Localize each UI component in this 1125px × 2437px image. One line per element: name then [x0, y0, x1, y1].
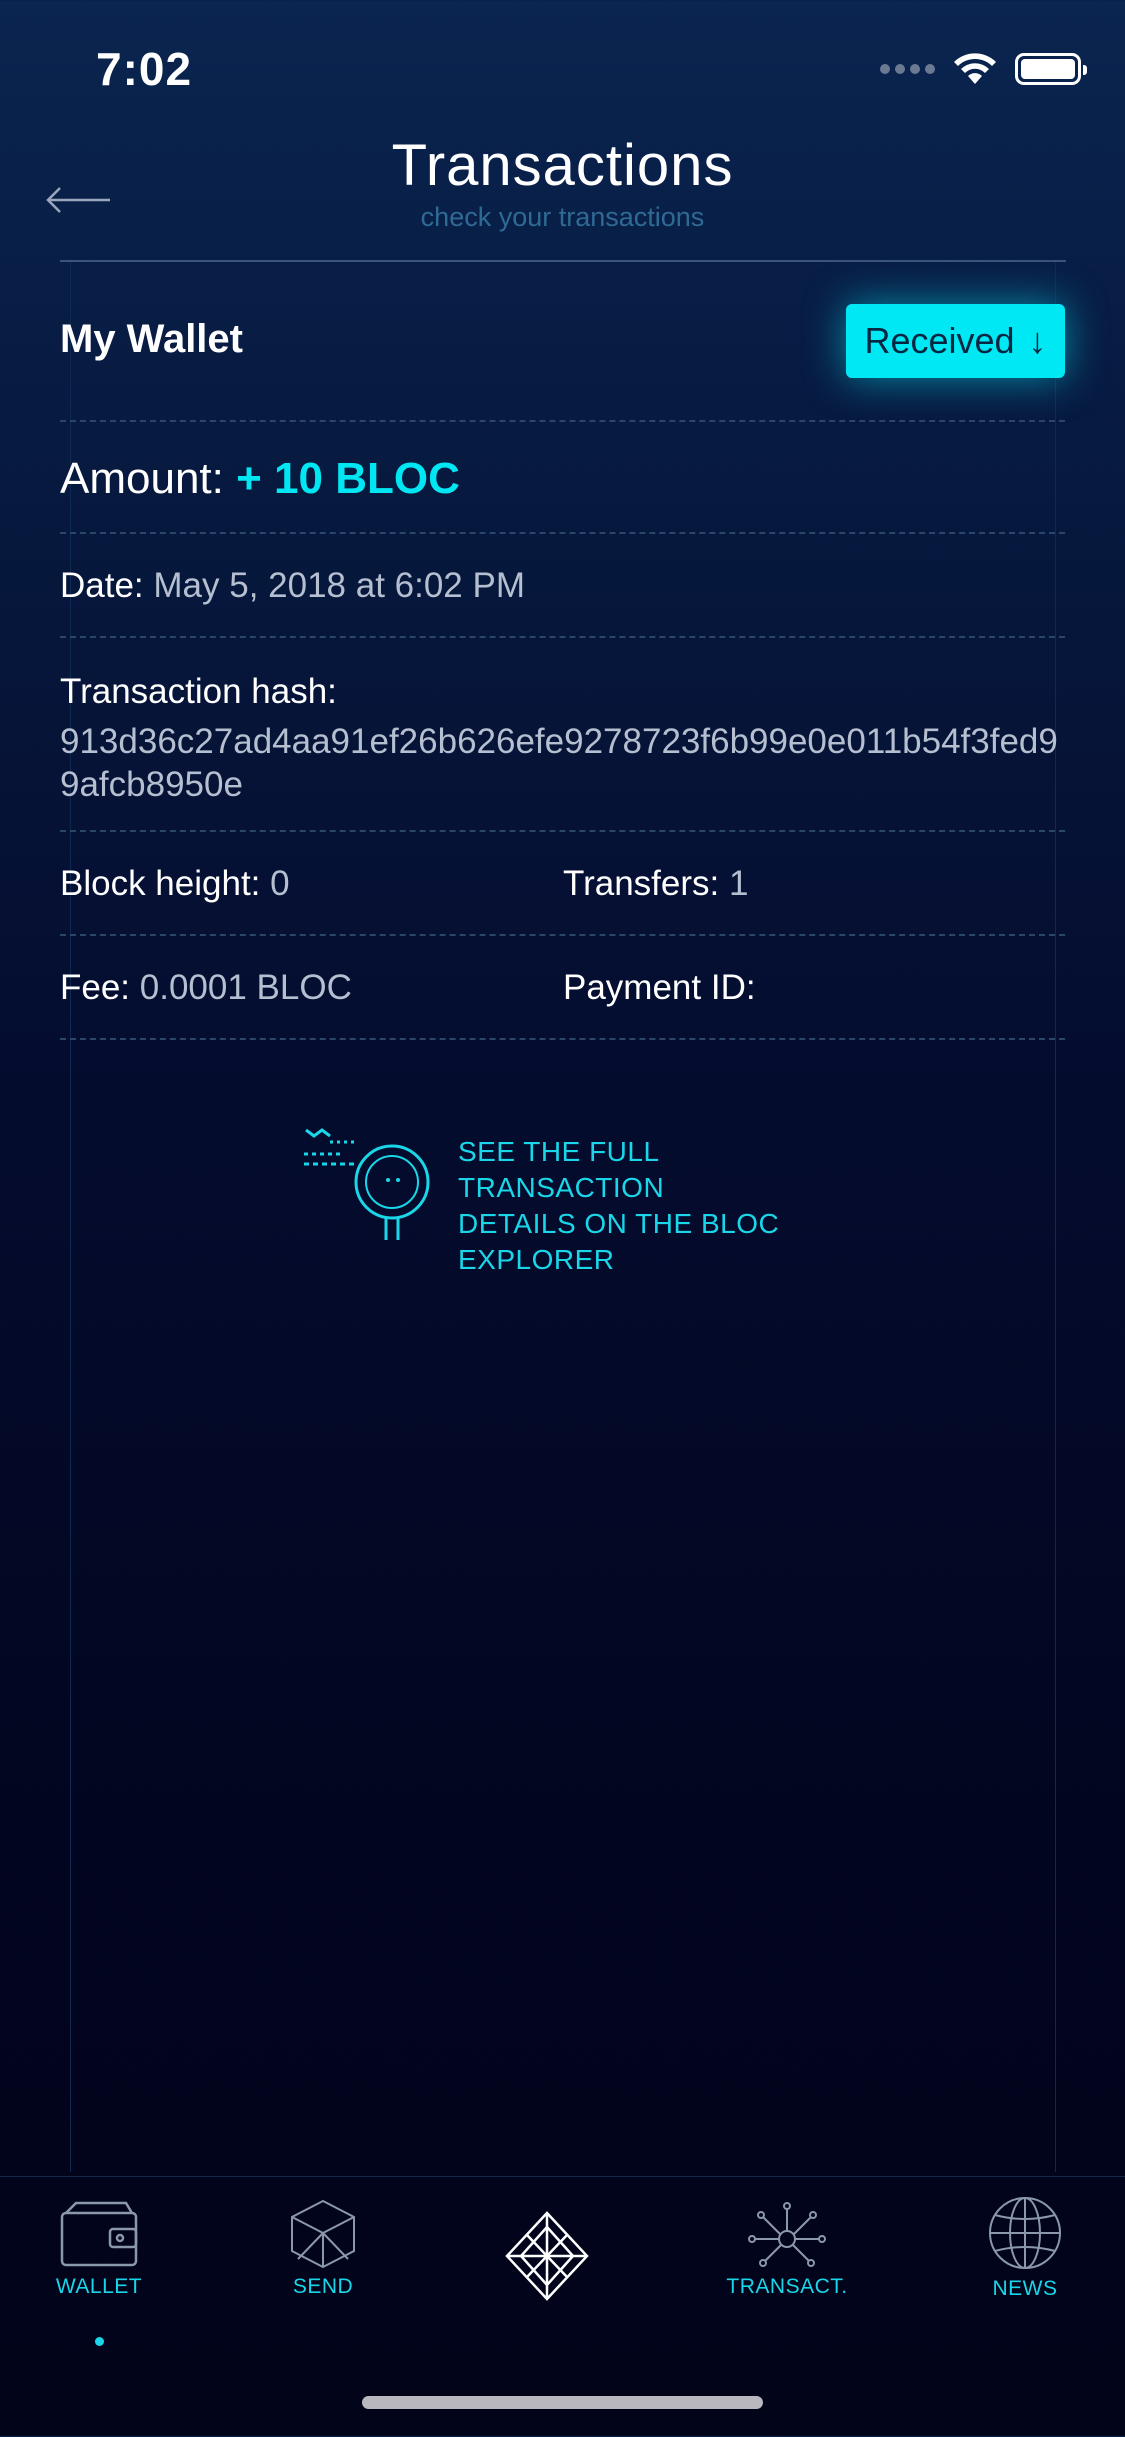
tab-wallet[interactable]: WALLET [24, 2199, 174, 2346]
fee-value: 0.0001 BLOC [139, 968, 352, 1007]
fee-label: Fee: [60, 968, 131, 1007]
home-indicator[interactable] [362, 2396, 763, 2409]
hash-value[interactable]: 913d36c27ad4aa91ef26b626efe9278723f6b99e… [60, 720, 1065, 806]
fee-row: Fee: 0.0001 BLOC Payment ID: [60, 936, 1065, 1040]
network-nodes-icon [748, 2202, 826, 2267]
wallet-name: My Wallet [60, 317, 243, 361]
explorer-text: SEE THE FULL TRANSACTION DETAILS ON THE … [458, 1134, 840, 1278]
status-bar: 7:02 [0, 0, 1125, 130]
tab-wallet-label: WALLET [55, 2275, 143, 2298]
globe-icon [989, 2197, 1061, 2269]
page-subtitle: check your transactions [420, 202, 705, 232]
hash-row: Transaction hash: 913d36c27ad4aa91ef26b6… [60, 638, 1065, 832]
tab-transactions[interactable]: TRANSACT. [712, 2199, 862, 2329]
magnifier-explorer-icon [304, 1128, 430, 1240]
explorer-text-line2: DETAILS ON THE BLOC [458, 1208, 780, 1239]
wifi-icon [954, 53, 996, 84]
amount-label: Amount: [60, 454, 224, 503]
block-height-label: Block height: [60, 864, 261, 903]
explorer-text-line1: SEE THE FULL TRANSACTION [458, 1136, 665, 1203]
cellular-signal-icon [880, 64, 935, 74]
amount-value: + 10 BLOC [236, 454, 460, 503]
active-tab-indicator [95, 2337, 104, 2346]
transfers-label: Transfers: [563, 864, 720, 903]
fee-field: Fee: 0.0001 BLOC [60, 968, 352, 1008]
hash-label: Transaction hash: [60, 672, 337, 711]
battery-icon [1015, 53, 1087, 85]
payment-id-label: Payment ID: [563, 968, 756, 1007]
date-label: Date: [60, 566, 144, 605]
page-title: Transactions [391, 133, 734, 198]
date-value: May 5, 2018 at 6:02 PM [153, 566, 525, 605]
explorer-text-line3: EXPLORER [458, 1244, 615, 1275]
received-label: Received [864, 320, 1015, 361]
status-time: 7:02 [96, 43, 193, 95]
tab-transactions-label: TRANSACT. [726, 2275, 848, 2298]
block-height-value: 0 [270, 864, 290, 903]
block-row: Block height: 0 Transfers: 1 [60, 832, 1065, 936]
block-explorer-link[interactable]: SEE THE FULL TRANSACTION DETAILS ON THE … [300, 1120, 840, 1275]
date-row: Date: May 5, 2018 at 6:02 PM [60, 534, 1065, 638]
wallet-row: My Wallet Received ↓ [60, 262, 1065, 422]
date-field: Date: May 5, 2018 at 6:02 PM [60, 566, 525, 606]
tab-send-label: SEND [292, 2275, 354, 2298]
transfers-value: 1 [728, 864, 749, 903]
amount-row: Amount: + 10 BLOC [60, 422, 1065, 534]
tab-send[interactable]: SEND [248, 2199, 398, 2329]
transfers-field: Transfers: 1 [563, 864, 748, 904]
amount: Amount: + 10 BLOC [60, 454, 460, 504]
header: Transactions check your transactions [0, 128, 1125, 262]
status-icons [880, 52, 1087, 86]
bloc-logo-icon [505, 2211, 589, 2301]
payment-id-field: Payment ID: [563, 968, 756, 1008]
arrow-down-icon: ↓ [1028, 320, 1047, 361]
tab-news[interactable]: NEWS [950, 2197, 1100, 2329]
tab-news-label: NEWS [992, 2277, 1058, 2300]
block-height-field: Block height: 0 [60, 864, 290, 904]
wallet-icon [60, 2201, 138, 2267]
send-cube-icon [291, 2199, 355, 2269]
tab-home-logo[interactable] [472, 2199, 622, 2329]
received-status-button[interactable]: Received ↓ [846, 304, 1065, 378]
